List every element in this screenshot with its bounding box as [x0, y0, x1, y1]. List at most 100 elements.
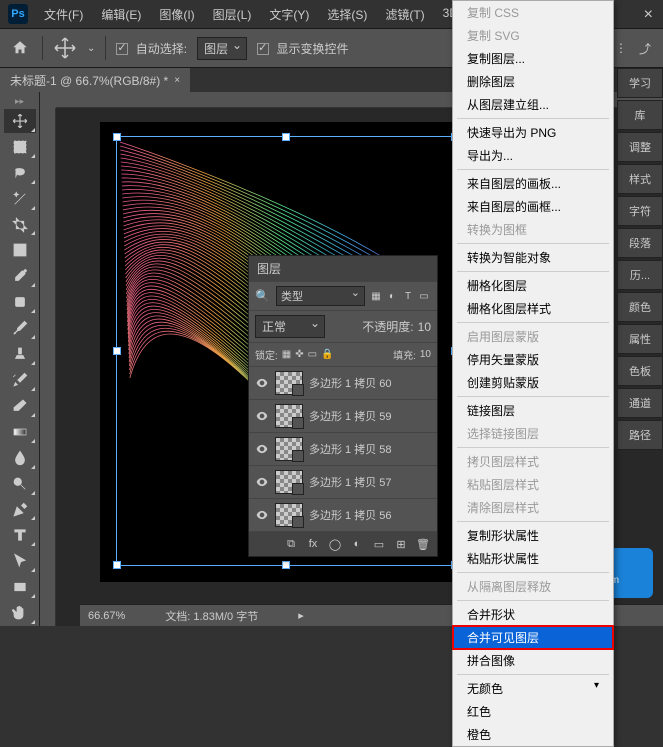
- lasso-tool[interactable]: [4, 161, 36, 185]
- dock-adjustments[interactable]: 调整: [617, 132, 663, 162]
- eraser-tool[interactable]: [4, 394, 36, 418]
- lock-pixels-icon[interactable]: ▦: [282, 349, 291, 360]
- ruler-vertical[interactable]: [40, 108, 56, 626]
- history-brush-tool[interactable]: [4, 368, 36, 392]
- context-menu-item[interactable]: 复制图层...: [453, 47, 613, 70]
- auto-select-target[interactable]: 图层: [197, 37, 247, 60]
- dock-properties[interactable]: 属性: [617, 324, 663, 354]
- dock-learn[interactable]: 学习: [617, 68, 663, 98]
- menu-image[interactable]: 图像(I): [151, 2, 202, 27]
- layer-thumbnail[interactable]: [275, 470, 303, 494]
- dock-color[interactable]: 颜色: [617, 292, 663, 322]
- layer-item[interactable]: 多边形 1 拷贝 57: [249, 465, 437, 498]
- layer-thumbnail[interactable]: [275, 404, 303, 428]
- transform-handle[interactable]: [113, 133, 121, 141]
- filter-shape-icon[interactable]: ▭: [417, 289, 431, 303]
- blur-tool[interactable]: [4, 446, 36, 470]
- lock-all-icon[interactable]: 🔒: [321, 349, 333, 360]
- fill-value[interactable]: 10: [420, 349, 431, 360]
- ruler-origin[interactable]: [40, 92, 56, 108]
- layer-name[interactable]: 多边形 1 拷贝 56: [309, 507, 392, 523]
- context-menu-item[interactable]: 复制形状属性: [453, 524, 613, 547]
- context-menu-item[interactable]: 合并可见图层: [453, 626, 613, 649]
- marquee-tool[interactable]: [4, 135, 36, 159]
- context-menu-item[interactable]: 创建剪贴蒙版: [453, 371, 613, 394]
- context-menu-item[interactable]: 合并形状: [453, 603, 613, 626]
- toolbox-collapse-icon[interactable]: ▸▸: [4, 96, 36, 108]
- dock-libraries[interactable]: 库: [617, 100, 663, 130]
- context-menu-item[interactable]: 快速导出为 PNG: [453, 121, 613, 144]
- filter-adjust-icon[interactable]: ◐: [385, 289, 399, 303]
- context-menu-item[interactable]: 链接图层: [453, 399, 613, 422]
- layer-thumbnail[interactable]: [275, 371, 303, 395]
- menu-select[interactable]: 选择(S): [319, 2, 375, 27]
- layer-fx-icon[interactable]: fx: [305, 536, 321, 552]
- dock-character[interactable]: 字符: [617, 196, 663, 226]
- group-icon[interactable]: ▭: [371, 536, 387, 552]
- context-menu-item[interactable]: 栅格化图层样式: [453, 297, 613, 320]
- transform-handle[interactable]: [282, 561, 290, 569]
- brush-tool[interactable]: [4, 316, 36, 340]
- layer-name[interactable]: 多边形 1 拷贝 58: [309, 441, 392, 457]
- layer-item[interactable]: 多边形 1 拷贝 59: [249, 399, 437, 432]
- search-icon[interactable]: 🔍: [255, 289, 270, 303]
- move-tool-icon[interactable]: [53, 36, 77, 60]
- filter-pixel-icon[interactable]: ▦: [369, 289, 383, 303]
- menu-type[interactable]: 文字(Y): [261, 2, 317, 27]
- layer-thumbnail[interactable]: [275, 503, 303, 527]
- home-icon[interactable]: [8, 36, 32, 60]
- menu-filter[interactable]: 滤镜(T): [377, 2, 432, 27]
- transform-handle[interactable]: [113, 347, 121, 355]
- frame-tool[interactable]: [4, 238, 36, 262]
- visibility-eye-icon[interactable]: [255, 475, 269, 489]
- zoom-level[interactable]: 66.67%: [88, 610, 125, 622]
- dock-paragraph[interactable]: 段落: [617, 228, 663, 258]
- context-menu-item[interactable]: 转换为智能对象: [453, 246, 613, 269]
- layer-item[interactable]: 多边形 1 拷贝 60: [249, 366, 437, 399]
- context-menu-item[interactable]: 栅格化图层: [453, 274, 613, 297]
- context-menu-item[interactable]: 导出为...: [453, 144, 613, 167]
- dodge-tool[interactable]: [4, 472, 36, 496]
- layer-name[interactable]: 多边形 1 拷贝 60: [309, 375, 392, 391]
- dock-swatches[interactable]: 色板: [617, 356, 663, 386]
- menu-file[interactable]: 文件(F): [36, 2, 91, 27]
- close-icon[interactable]: ×: [174, 75, 180, 86]
- lock-artboard-icon[interactable]: ▭: [308, 349, 317, 360]
- crop-tool[interactable]: [4, 213, 36, 237]
- context-menu-item[interactable]: 橙色: [453, 723, 613, 746]
- context-menu-item[interactable]: 删除图层: [453, 70, 613, 93]
- context-menu-item[interactable]: 红色: [453, 700, 613, 723]
- context-menu-item[interactable]: 停用矢量蒙版: [453, 348, 613, 371]
- distribute-icon[interactable]: ⋮: [611, 38, 631, 58]
- visibility-eye-icon[interactable]: [255, 508, 269, 522]
- context-menu-item[interactable]: 无颜色: [453, 677, 613, 700]
- dock-paths[interactable]: 路径: [617, 420, 663, 450]
- layer-mask-icon[interactable]: ◯: [327, 536, 343, 552]
- context-menu-item[interactable]: 从图层建立组...: [453, 93, 613, 116]
- filter-type-icon[interactable]: T: [401, 289, 415, 303]
- show-transform-checkbox[interactable]: [257, 43, 269, 55]
- visibility-eye-icon[interactable]: [255, 409, 269, 423]
- move-tool[interactable]: [4, 109, 36, 133]
- dock-styles[interactable]: 样式: [617, 164, 663, 194]
- type-tool[interactable]: [4, 523, 36, 547]
- hand-tool[interactable]: [4, 601, 36, 625]
- new-layer-icon[interactable]: ⊞: [393, 536, 409, 552]
- dock-history[interactable]: 历...: [617, 260, 663, 290]
- healing-brush-tool[interactable]: [4, 290, 36, 314]
- menu-layer[interactable]: 图层(L): [205, 2, 260, 27]
- delete-layer-icon[interactable]: 🗑: [415, 536, 431, 552]
- context-menu-item[interactable]: 拼合图像: [453, 649, 613, 672]
- link-layers-icon[interactable]: ⧉: [283, 536, 299, 552]
- layer-name[interactable]: 多边形 1 拷贝 59: [309, 408, 392, 424]
- share-icon[interactable]: ⤴: [635, 38, 655, 58]
- auto-select-checkbox[interactable]: [116, 43, 128, 55]
- transform-handle[interactable]: [113, 561, 121, 569]
- layer-item[interactable]: 多边形 1 拷贝 56: [249, 498, 437, 531]
- opacity-value[interactable]: 10: [418, 320, 431, 334]
- transform-handle[interactable]: [282, 133, 290, 141]
- magic-wand-tool[interactable]: [4, 187, 36, 211]
- gradient-tool[interactable]: [4, 420, 36, 444]
- visibility-eye-icon[interactable]: [255, 376, 269, 390]
- layer-thumbnail[interactable]: [275, 437, 303, 461]
